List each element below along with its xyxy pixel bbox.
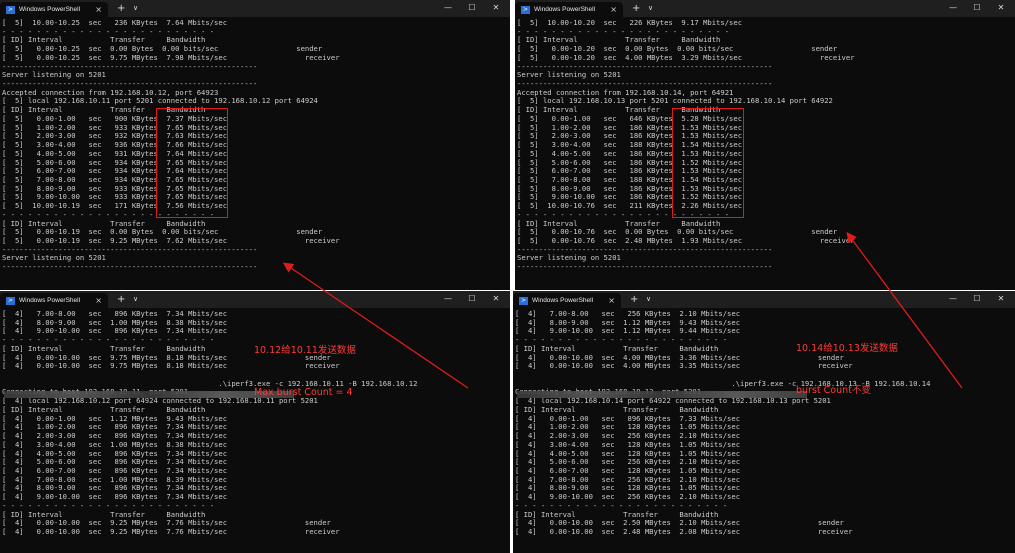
arrow-right: [846, 231, 963, 389]
annotation-arrows: [282, 231, 963, 389]
arrow-left: [282, 262, 469, 389]
